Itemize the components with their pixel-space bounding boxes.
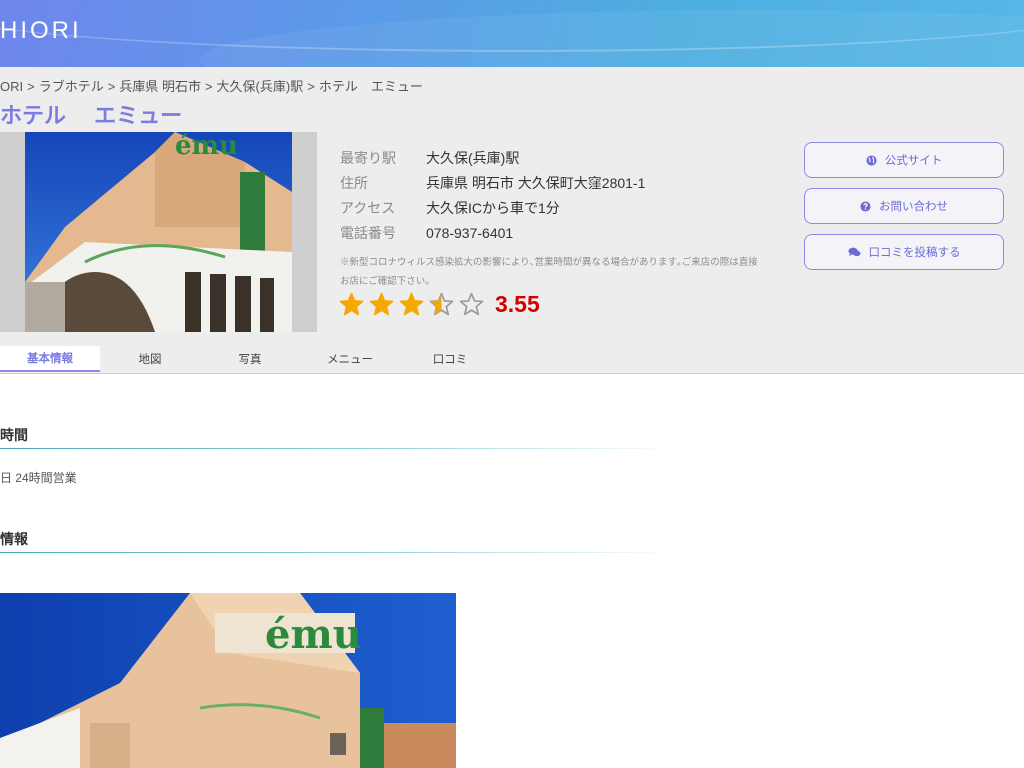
- info-label: 電話番号: [340, 224, 396, 241]
- post-review-label: 口コミを投稿する: [868, 247, 961, 259]
- star-half-icon: [429, 292, 454, 316]
- comments-icon: [848, 247, 861, 258]
- info-label: 住所: [340, 174, 368, 191]
- hotel-building-illustration: ému: [25, 132, 292, 332]
- breadcrumb-separator: >: [204, 79, 213, 94]
- info-label: アクセス: [340, 199, 396, 216]
- breadcrumb-separator: >: [107, 79, 116, 94]
- star-empty-icon: [459, 292, 484, 316]
- breadcrumb-item-station[interactable]: 大久保(兵庫)駅: [217, 79, 304, 94]
- star-full-icon: [369, 292, 394, 316]
- business-hours: 日 24時間営業: [0, 471, 77, 485]
- section-title-info: 情報: [0, 531, 28, 547]
- info-row-address: 住所 兵庫県 明石市 大久保町大窪2801-1: [340, 170, 645, 195]
- tab-reviews[interactable]: 口コミ: [400, 346, 500, 372]
- hotel-photo-frame: ému: [0, 132, 317, 332]
- hotel-summary: ORI > ラブホテル > 兵庫県 明石市 > 大久保(兵庫)駅 > ホテル エミュー ホテル …: [0, 67, 1024, 373]
- section-divider: [0, 552, 680, 553]
- hotel-sign-text: ému: [265, 611, 362, 658]
- hotel-info-table: 最寄り駅 大久保(兵庫)駅 住所 兵庫県 明石市 大久保町大窪2801-1 アク…: [340, 145, 645, 245]
- tab-menu[interactable]: メニュー: [300, 346, 400, 372]
- contact-label: お問い合わせ: [879, 201, 948, 213]
- rating-stars: [339, 292, 489, 317]
- hotel-sign-text: ému: [175, 132, 238, 161]
- tab-divider: [0, 373, 1024, 374]
- page-title: ホテル エミュー: [0, 103, 183, 128]
- breadcrumb-separator: >: [307, 79, 315, 94]
- globe-icon: [866, 154, 877, 166]
- tab-basic-info[interactable]: 基本情報: [0, 346, 100, 372]
- info-row-phone: 電話番号 078-937-6401: [340, 220, 645, 245]
- official-site-label: 公式サイト: [884, 155, 943, 167]
- info-row-station: 最寄り駅 大久保(兵庫)駅: [340, 145, 645, 170]
- hotel-main-photo[interactable]: ému: [0, 593, 456, 768]
- info-value: 大久保(兵庫)駅: [426, 149, 520, 166]
- hotel-photo[interactable]: ému: [25, 132, 292, 332]
- breadcrumb-item-home[interactable]: ORI: [0, 79, 23, 94]
- star-full-icon: [339, 292, 364, 316]
- rating: 3.55: [339, 291, 540, 318]
- site-header: HIORI: [0, 0, 1024, 67]
- tab-bar: 基本情報 地図 写真 メニュー 口コミ: [0, 346, 500, 373]
- hotel-building-illustration: ému: [0, 593, 456, 768]
- phone-number[interactable]: 078-937-6401: [426, 225, 513, 241]
- breadcrumb-separator: >: [27, 79, 35, 94]
- breadcrumb-item-city[interactable]: 兵庫県 明石市: [119, 79, 201, 94]
- star-full-icon: [399, 292, 424, 316]
- info-value: 大久保ICから車で1分: [426, 199, 560, 216]
- section-title-hours: 時間: [0, 427, 28, 443]
- section-divider: [0, 448, 680, 449]
- post-review-button[interactable]: 口コミを投稿する: [804, 234, 1004, 270]
- contact-button[interactable]: お問い合わせ: [804, 188, 1004, 224]
- breadcrumb-item-category[interactable]: ラブホテル: [39, 79, 104, 94]
- rating-score: 3.55: [495, 291, 540, 317]
- question-circle-icon: [860, 200, 871, 212]
- official-site-button[interactable]: 公式サイト: [804, 142, 1004, 178]
- breadcrumb: ORI > ラブホテル > 兵庫県 明石市 > 大久保(兵庫)駅 > ホテル エミュー: [0, 76, 427, 95]
- info-label: 最寄り駅: [340, 149, 396, 166]
- covid-notice: ※新型コロナウィルス感染拡大の影響により､営業時間が異なる場合があります｡ご来店…: [340, 257, 758, 287]
- info-row-access: アクセス 大久保ICから車で1分: [340, 195, 645, 220]
- tab-photos[interactable]: 写真: [200, 346, 300, 372]
- breadcrumb-item-current: ホテル エミュー: [318, 79, 423, 94]
- site-logo[interactable]: HIORI: [0, 17, 82, 45]
- tab-map[interactable]: 地図: [100, 346, 200, 372]
- info-value: 兵庫県 明石市 大久保町大窪2801-1: [426, 174, 646, 191]
